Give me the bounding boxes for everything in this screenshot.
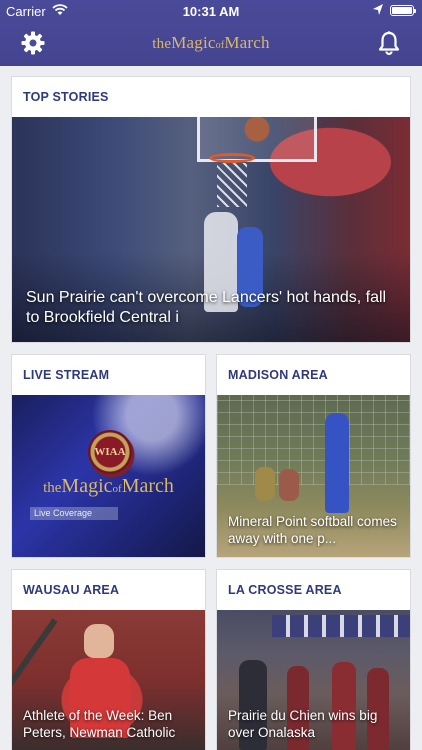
status-bar: Carrier 10:31 AM bbox=[0, 0, 422, 22]
madison-area-card[interactable]: MADISON AREA Mineral Point softball come… bbox=[216, 354, 411, 558]
wausau-story-image[interactable]: Athlete of the Week: Ben Peters, Newman … bbox=[12, 610, 205, 750]
la-crosse-area-card[interactable]: LA CROSSE AREA Prairie du Chien wins big… bbox=[216, 569, 411, 750]
la-crosse-story-headline[interactable]: Prairie du Chien wins big over Onalaska bbox=[228, 707, 402, 741]
bat-graphic bbox=[12, 618, 58, 696]
app-logo: theMagicofMarch bbox=[0, 33, 422, 53]
fence-graphic bbox=[217, 395, 410, 485]
section-title: WAUSAU AREA bbox=[23, 583, 120, 597]
top-story-headline[interactable]: Sun Prairie can't overcome Lancers' hot … bbox=[26, 288, 402, 328]
section-title: LA CROSSE AREA bbox=[228, 583, 342, 597]
spectator-graphic bbox=[255, 467, 275, 501]
live-coverage-tag: Live Coverage bbox=[30, 507, 118, 520]
logo-end: March bbox=[224, 33, 270, 52]
section-title: TOP STORIES bbox=[23, 90, 109, 104]
live-stream-logo: theMagicofMarch bbox=[12, 475, 205, 498]
athlete-face-graphic bbox=[84, 624, 114, 658]
banners-graphic bbox=[272, 615, 410, 637]
app-header: Carrier 10:31 AM theMagicofMarch bbox=[0, 0, 422, 66]
hoop-graphic bbox=[209, 153, 255, 163]
wiaa-medallion-logo: WIAA bbox=[88, 430, 132, 474]
section-title: LIVE STREAM bbox=[23, 368, 110, 382]
logo-end: March bbox=[121, 475, 174, 497]
location-icon bbox=[372, 3, 384, 19]
logo-main: Magic bbox=[171, 33, 216, 52]
battery-icon bbox=[390, 5, 416, 16]
madison-story-image[interactable]: Mineral Point softball comes away with o… bbox=[217, 395, 410, 557]
top-stories-card[interactable]: TOP STORIES Sun Prairie can't overcome L… bbox=[11, 76, 411, 343]
wausau-story-headline[interactable]: Athlete of the Week: Ben Peters, Newman … bbox=[23, 707, 197, 741]
section-title: MADISON AREA bbox=[228, 368, 328, 382]
live-stream-card[interactable]: LIVE STREAM WIAA theMagicofMarch Live Co… bbox=[11, 354, 206, 558]
live-stream-image[interactable]: WIAA theMagicofMarch Live Coverage bbox=[12, 395, 205, 557]
wausau-area-card[interactable]: WAUSAU AREA Athlete of the Week: Ben Pet… bbox=[11, 569, 206, 750]
net-graphic bbox=[217, 163, 247, 207]
logo-prefix: the bbox=[152, 36, 172, 52]
player-graphic bbox=[325, 413, 349, 513]
logo-prefix: the bbox=[43, 480, 62, 496]
status-time: 10:31 AM bbox=[182, 4, 240, 19]
la-crosse-story-image[interactable]: Prairie du Chien wins big over Onalaska bbox=[217, 610, 410, 750]
madison-story-headline[interactable]: Mineral Point softball comes away with o… bbox=[228, 513, 402, 547]
top-story-image[interactable]: Sun Prairie can't overcome Lancers' hot … bbox=[12, 117, 410, 342]
notifications-bell-icon[interactable] bbox=[376, 30, 402, 56]
spectator-graphic bbox=[279, 469, 299, 501]
logo-of: of bbox=[112, 483, 122, 495]
logo-main: Magic bbox=[61, 475, 113, 497]
